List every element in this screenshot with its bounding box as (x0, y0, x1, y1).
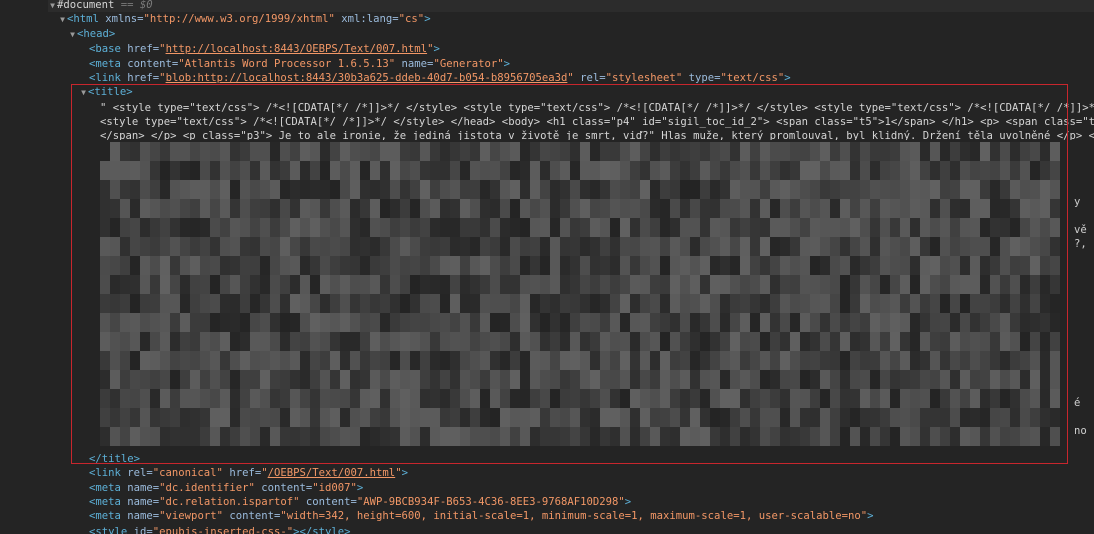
meta-viewport-node[interactable]: <meta name="viewport" content="width=342… (89, 509, 1094, 523)
selection-highlight-box (71, 84, 1068, 464)
link-stylesheet-node[interactable]: <link href="blob:http://localhost:8443/3… (89, 71, 1094, 85)
style-node[interactable]: <style id="epubjs-inserted-css-"></style… (89, 525, 1094, 534)
expand-triangle-icon[interactable]: ▼ (58, 13, 67, 26)
base-href-link[interactable]: http://localhost:8443/OEBPS/Text/007.htm… (166, 43, 428, 55)
head-node[interactable]: ▼ <head> (68, 27, 1094, 41)
expand-triangle-icon[interactable]: ▼ (68, 28, 77, 41)
html-node[interactable]: ▼ <html xmlns="http://www.w3.org/1999/xht… (58, 12, 1094, 26)
text-fragment: no (1074, 425, 1087, 437)
text-fragment: y (1074, 196, 1081, 208)
meta-generator-node[interactable]: <meta content="Atlantis Word Processor 1… (89, 57, 1094, 71)
text-fragment: é (1074, 397, 1081, 409)
link-canonical-node[interactable]: <link rel="canonical" href="/OEBPS/Text/… (89, 466, 1094, 480)
stylesheet-blob-link[interactable]: blob:http://localhost:8443/30b3a625-ddeb… (166, 72, 568, 84)
canonical-href-link[interactable]: /OEBPS/Text/007.html (268, 467, 396, 479)
document-node[interactable]: ▼ #document == $0 (48, 0, 1094, 12)
expand-triangle-icon[interactable]: ▼ (48, 0, 57, 12)
selected-node-marker: == $0 (114, 0, 153, 11)
text-fragment: ?, (1074, 238, 1087, 250)
meta-ispartof-node[interactable]: <meta name="dc.relation.ispartof" conten… (89, 495, 1094, 509)
text-fragment: vě (1074, 224, 1087, 236)
elements-tree: ▼ #document == $0 ▼ <html xmlns="http://ww… (0, 0, 1094, 534)
document-label: #document (57, 0, 115, 11)
meta-identifier-node[interactable]: <meta name="dc.identifier" content="id00… (89, 481, 1094, 495)
base-node[interactable]: <base href="http://localhost:8443/OEBPS/… (89, 42, 1094, 56)
